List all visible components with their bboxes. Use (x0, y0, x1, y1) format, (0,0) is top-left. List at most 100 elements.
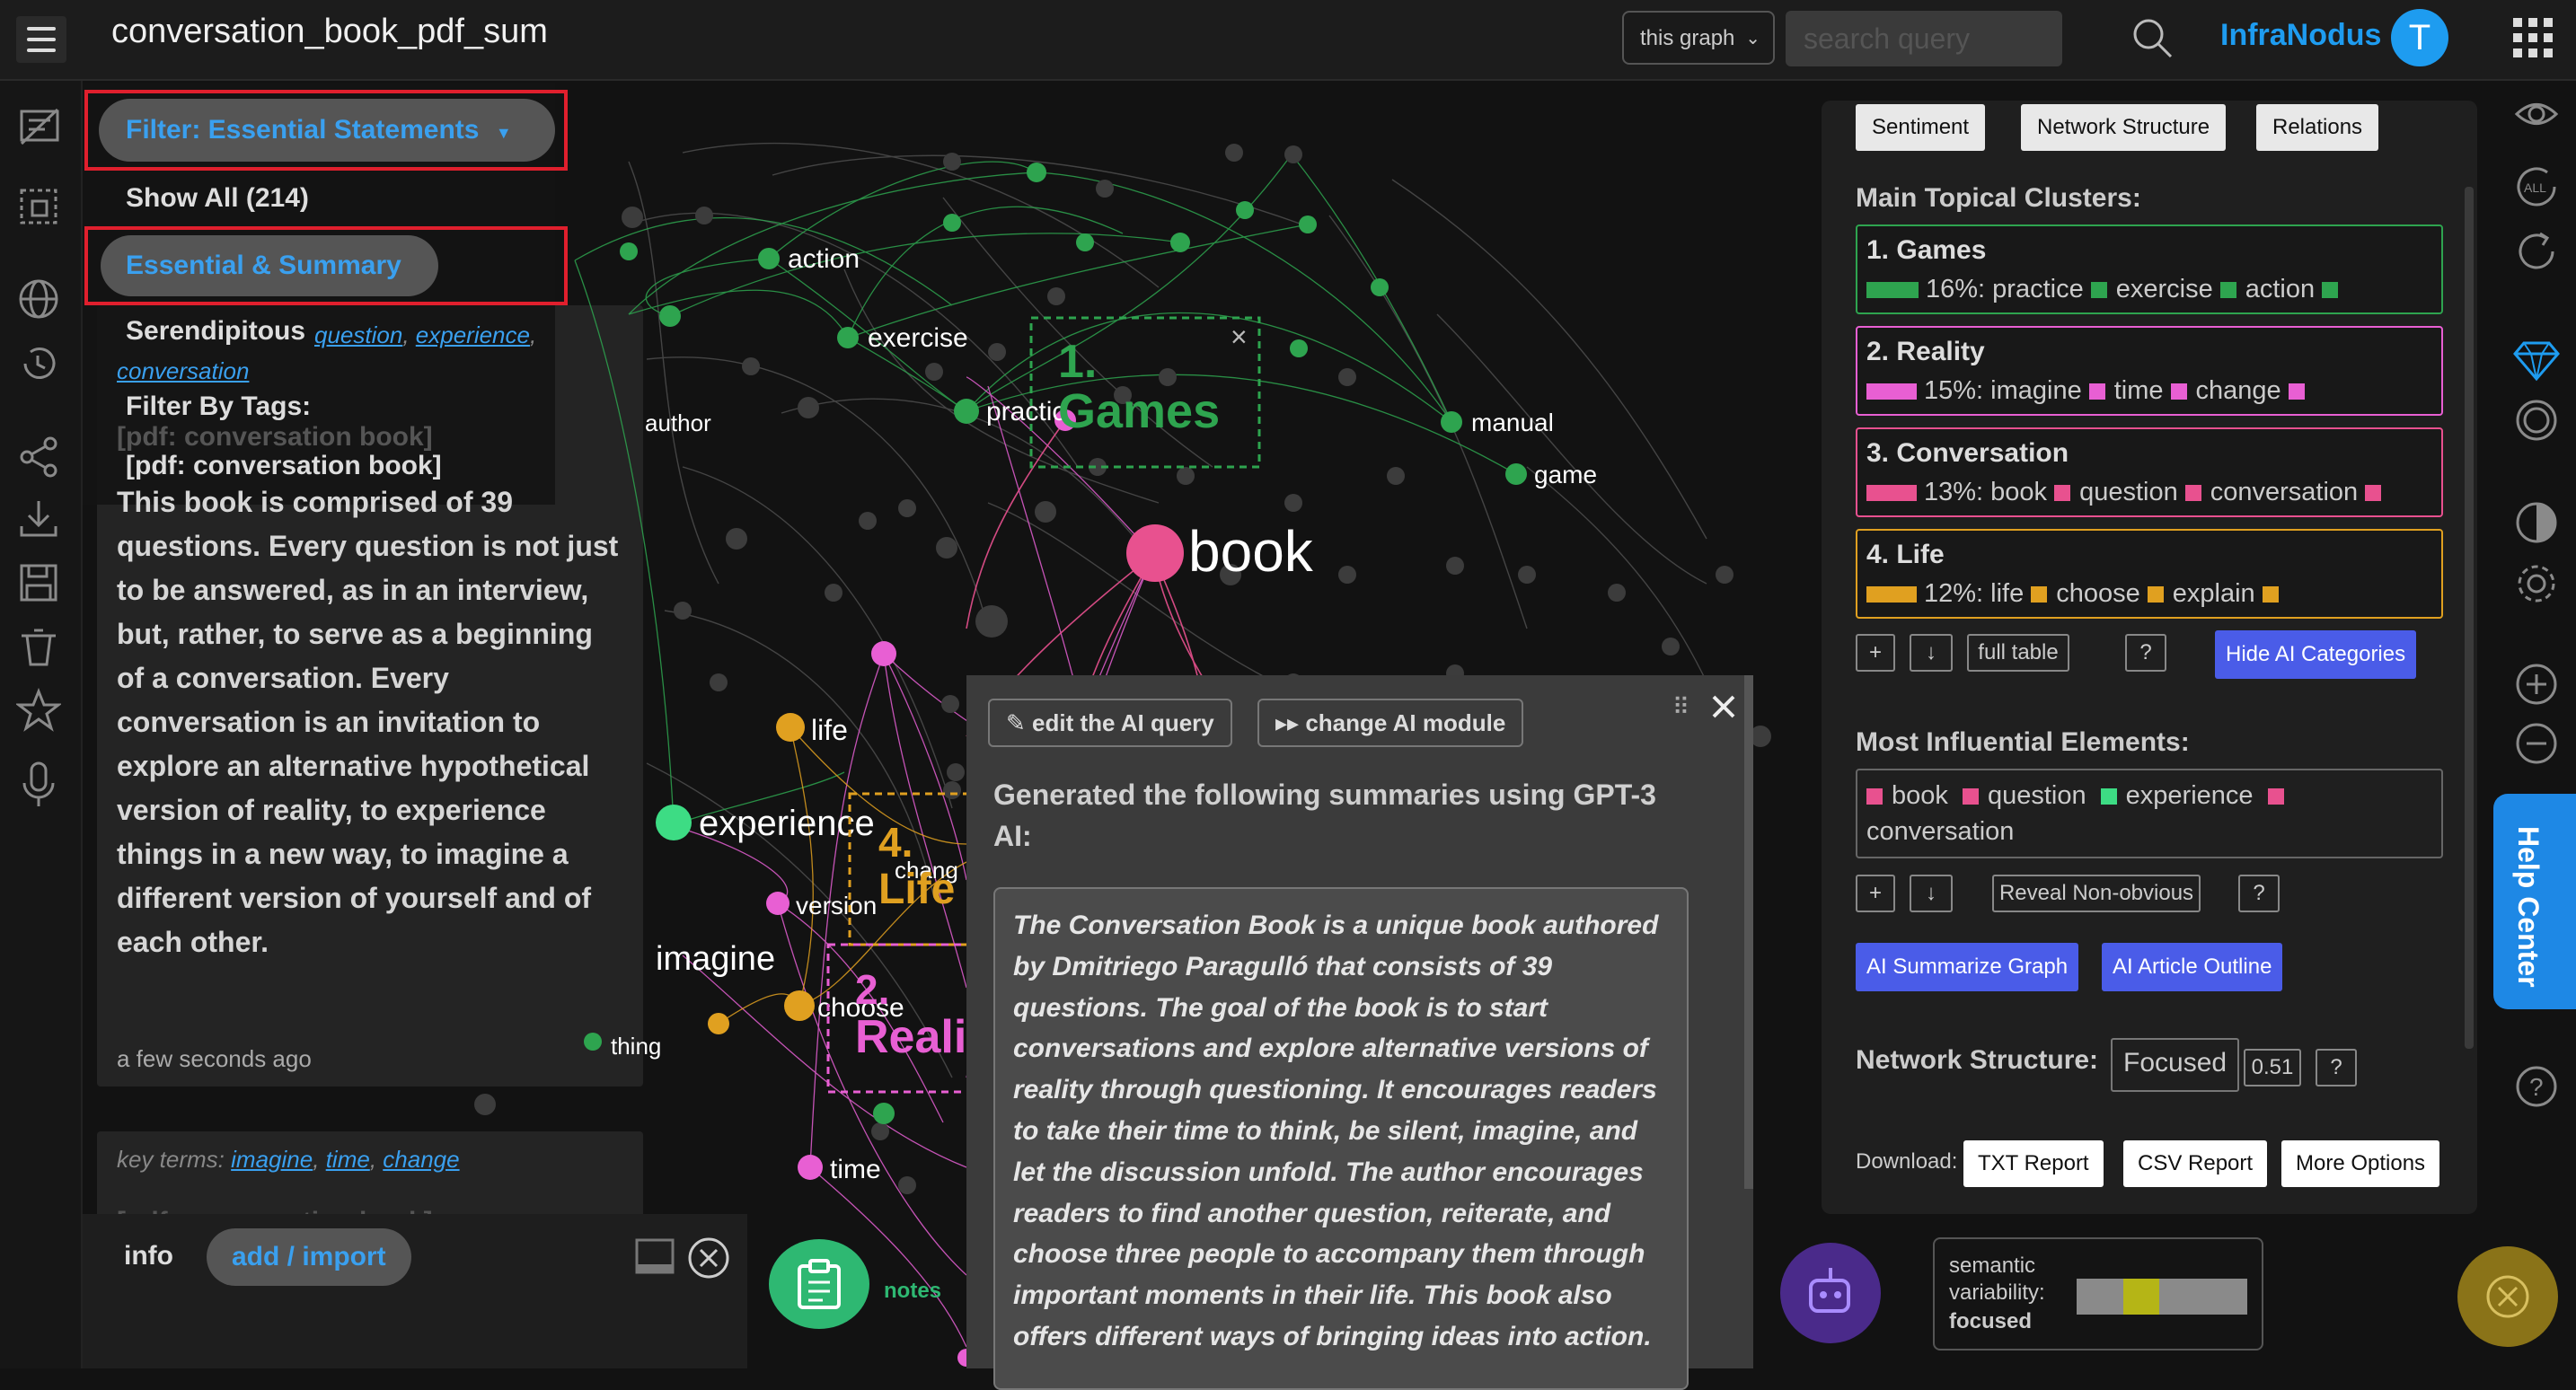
cluster-term[interactable]: conversation (2210, 478, 2358, 506)
scope-select[interactable]: this graph ⌄ (1622, 11, 1775, 65)
cluster-term[interactable]: practice (1992, 275, 2084, 304)
modularity-score[interactable]: 0.51 (2244, 1049, 2301, 1086)
show-all-icon[interactable]: ALL (2511, 163, 2563, 210)
cluster-term[interactable]: change (2196, 376, 2281, 405)
cluster-term[interactable]: life (1990, 579, 2024, 608)
txt-report-button[interactable]: TXT Report (1963, 1140, 2104, 1187)
key-term-imagine[interactable]: imagine (231, 1146, 313, 1173)
graph-label-life[interactable]: life (811, 714, 848, 746)
download-influential-button[interactable]: ↓ (1910, 875, 1953, 912)
cluster-term[interactable]: time (2114, 376, 2164, 405)
cluster-card-games[interactable]: 1. Games 16%: practice exercise action (1856, 224, 2443, 314)
csv-report-button[interactable]: CSV Report (2123, 1140, 2268, 1187)
key-term-link[interactable]: conversation (117, 357, 249, 384)
reveal-non-obvious-button[interactable]: Reveal Non-obvious (1992, 875, 2201, 912)
scrollbar[interactable] (2465, 187, 2474, 1049)
hamburger-menu-icon[interactable] (16, 16, 66, 63)
tab-sentiment[interactable]: Sentiment (1856, 104, 1986, 151)
graph-label-thing[interactable]: thing (611, 1033, 661, 1060)
graph-label-time[interactable]: time (830, 1155, 881, 1184)
influential-term[interactable]: book (1892, 781, 1948, 810)
cluster-term[interactable]: explain (2173, 579, 2255, 608)
influential-term[interactable]: experience (2126, 781, 2254, 810)
drag-handle-icon[interactable]: ⠿ (1672, 693, 1689, 721)
add-influential-button[interactable]: + (1856, 875, 1895, 912)
gear-icon[interactable] (2513, 560, 2560, 607)
tab-network-structure[interactable]: Network Structure (2021, 104, 2227, 151)
influential-help-button[interactable]: ? (2238, 875, 2280, 912)
key-term-time[interactable]: time (326, 1146, 370, 1173)
cluster-card-life[interactable]: 4. Life 12%: life choose explain (1856, 529, 2443, 619)
ai-article-outline-button[interactable]: AI Article Outline (2102, 943, 2283, 991)
close-icon[interactable] (1708, 691, 1739, 722)
network-help-button[interactable]: ? (2316, 1049, 2357, 1086)
cluster-term[interactable]: exercise (2116, 275, 2213, 304)
zoom-in-icon[interactable] (2513, 661, 2560, 708)
brand-logo[interactable]: InfraNodus (2220, 18, 2381, 53)
help-circle-icon[interactable]: ? (2513, 1063, 2560, 1110)
hide-ai-categories-button[interactable]: Hide AI Categories (2215, 630, 2417, 679)
search-input[interactable] (1786, 11, 2062, 66)
cluster-term[interactable]: book (1990, 478, 2047, 506)
cluster-term[interactable]: choose (2056, 579, 2140, 608)
dismiss-button[interactable] (2457, 1246, 2558, 1347)
apps-grid-icon[interactable] (2511, 16, 2554, 59)
zoom-out-icon[interactable] (2513, 720, 2560, 767)
key-term-link[interactable]: question (314, 321, 402, 348)
notes-label[interactable]: notes (884, 1279, 941, 1304)
key-term-change[interactable]: change (383, 1146, 459, 1173)
info-tab[interactable]: info (124, 1241, 173, 1271)
cluster-help-button[interactable]: ? (2125, 634, 2166, 672)
influential-term[interactable]: conversation (1866, 817, 2014, 846)
cluster-term[interactable]: question (2079, 478, 2178, 506)
filter-toggle-button[interactable]: Filter: Essential Statements ▼ (99, 99, 555, 162)
menu-item-tag-conversation-book[interactable]: [pdf: conversation book] (126, 451, 442, 481)
influential-term[interactable]: question (1988, 781, 2086, 810)
cluster-term[interactable]: imagine (1990, 376, 2082, 405)
graph-label-author[interactable]: author (645, 409, 711, 436)
menu-item-show-all[interactable]: Show All (214) (126, 183, 309, 214)
save-icon[interactable] (16, 560, 61, 605)
diamond-icon[interactable] (2511, 338, 2562, 383)
contrast-icon[interactable] (2513, 499, 2560, 546)
graph-label-practice[interactable]: practic (986, 397, 1065, 427)
graph-label-version[interactable]: version (796, 892, 877, 919)
tab-relations[interactable]: Relations (2256, 104, 2379, 151)
key-term-link[interactable]: experience (416, 321, 530, 348)
trash-icon[interactable] (16, 625, 61, 670)
full-table-button[interactable]: full table (1967, 634, 2069, 672)
graph-label-action[interactable]: action (788, 244, 860, 274)
graph-label-manual[interactable]: manual (1471, 409, 1554, 436)
star-icon[interactable] (16, 688, 61, 733)
notes-button[interactable] (769, 1239, 869, 1329)
download-icon[interactable] (16, 496, 61, 541)
graph-label-game[interactable]: game (1534, 461, 1597, 488)
scrollbar[interactable] (1744, 675, 1753, 1189)
statement-text[interactable]: This book is comprised of 39 questions. … (117, 480, 620, 964)
avatar[interactable]: T (2391, 9, 2448, 66)
menu-item-essential-summary[interactable]: Essential & Summary (101, 235, 438, 296)
add-import-button[interactable]: add / import (207, 1228, 411, 1286)
ai-summarize-graph-button[interactable]: AI Summarize Graph (1856, 943, 2079, 991)
network-structure-value[interactable]: Focused (2111, 1038, 2240, 1092)
hide-text-icon[interactable] (18, 108, 61, 147)
select-area-icon[interactable] (18, 187, 61, 226)
ai-assistant-button[interactable] (1780, 1243, 1881, 1343)
close-circle-icon[interactable] (686, 1236, 731, 1280)
microphone-icon[interactable] (16, 760, 61, 810)
history-icon[interactable] (16, 341, 61, 386)
ai-summary-text[interactable]: The Conversation Book is a unique book a… (993, 887, 1689, 1390)
circle-layout-icon[interactable] (2513, 397, 2560, 444)
graph-label-exercise[interactable]: exercise (868, 323, 968, 353)
graph-label-book[interactable]: book (1188, 519, 1314, 584)
refresh-icon[interactable] (2513, 228, 2560, 275)
change-ai-module-button[interactable]: ▸▸ change AI module (1257, 699, 1524, 747)
download-clusters-button[interactable]: ↓ (1910, 634, 1953, 672)
add-cluster-button[interactable]: + (1856, 634, 1895, 672)
share-icon[interactable] (16, 435, 61, 479)
menu-item-serendipitous[interactable]: Serendipitous (126, 316, 305, 347)
help-center-tab[interactable]: Help Center (2493, 794, 2576, 1009)
cluster-close-icon[interactable]: × (1231, 321, 1248, 353)
more-options-button[interactable]: More Options (2281, 1140, 2440, 1187)
semantic-variability-box[interactable]: semantic variability: focused (1933, 1237, 2263, 1350)
